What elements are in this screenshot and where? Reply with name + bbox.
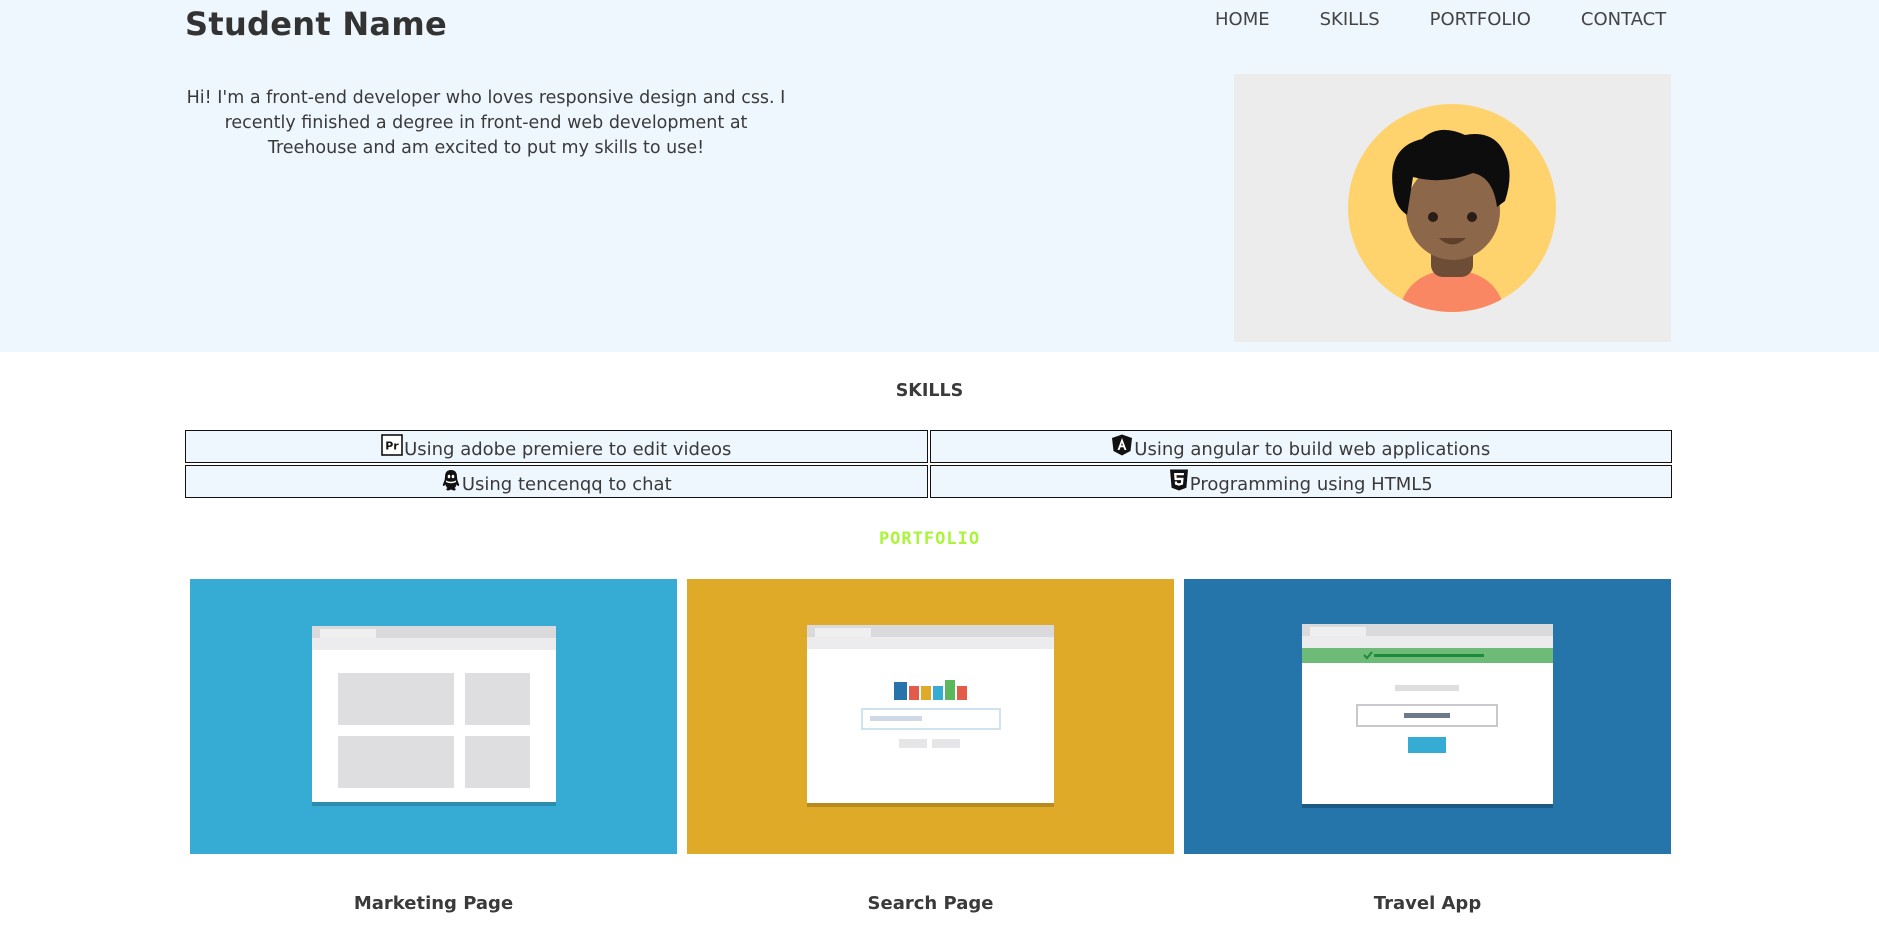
skill-label: Programming using HTML5 xyxy=(1189,473,1433,495)
skill-cell: Using tencenqq to chat xyxy=(185,465,928,498)
nav-skills-link[interactable]: SKILLS xyxy=(1320,8,1380,32)
main-nav: HOME SKILLS PORTFOLIO CONTACT xyxy=(1215,8,1666,32)
portfolio-heading: PORTFOLIO xyxy=(878,529,981,549)
portfolio-title-search[interactable]: Search Page xyxy=(687,893,1174,914)
avatar-icon xyxy=(1348,104,1556,312)
nav-portfolio-link[interactable]: PORTFOLIO xyxy=(1430,8,1531,32)
portfolio-title-marketing[interactable]: Marketing Page xyxy=(190,893,677,914)
brand-title: Student Name xyxy=(185,5,447,43)
search-page-thumbnail xyxy=(687,579,1174,854)
skill-label: Using angular to build web applications xyxy=(1134,438,1491,460)
skills-row: Using tencenqq to chat Programming using… xyxy=(185,465,1672,498)
html5-icon xyxy=(1169,469,1188,490)
avatar-frame xyxy=(1234,74,1671,342)
skill-label: Using tencenqq to chat xyxy=(461,473,672,495)
hero-section: Student Name HOME SKILLS PORTFOLIO CONTA… xyxy=(0,0,1879,352)
skill-label: Using adobe premiere to edit videos xyxy=(404,438,732,460)
skills-row: Pr Using adobe premiere to edit videos U… xyxy=(185,430,1672,463)
skills-table: Pr Using adobe premiere to edit videos U… xyxy=(183,428,1674,500)
nav-contact-link[interactable]: CONTACT xyxy=(1581,8,1666,32)
skill-cell: Using angular to build web applications xyxy=(929,430,1672,463)
nav-home-link[interactable]: HOME xyxy=(1215,8,1270,32)
adobe-premiere-icon: Pr xyxy=(381,433,403,456)
skill-cell: Pr Using adobe premiere to edit videos xyxy=(185,430,928,463)
travel-app-thumbnail xyxy=(1184,579,1671,854)
skill-cell: Programming using HTML5 xyxy=(929,465,1672,498)
portfolio-title-travel[interactable]: Travel App xyxy=(1184,893,1671,914)
portfolio-card-marketing[interactable] xyxy=(190,579,677,854)
angular-icon xyxy=(1112,434,1133,455)
tencentqq-icon xyxy=(442,469,459,490)
skills-heading: SKILLS xyxy=(895,381,964,401)
svg-text:Pr: Pr xyxy=(385,439,399,452)
portfolio-card-search[interactable] xyxy=(687,579,1174,854)
marketing-page-thumbnail xyxy=(190,579,677,854)
intro-text: Hi! I'm a front-end developer who loves … xyxy=(186,88,786,158)
portfolio-card-travel[interactable] xyxy=(1184,579,1671,854)
